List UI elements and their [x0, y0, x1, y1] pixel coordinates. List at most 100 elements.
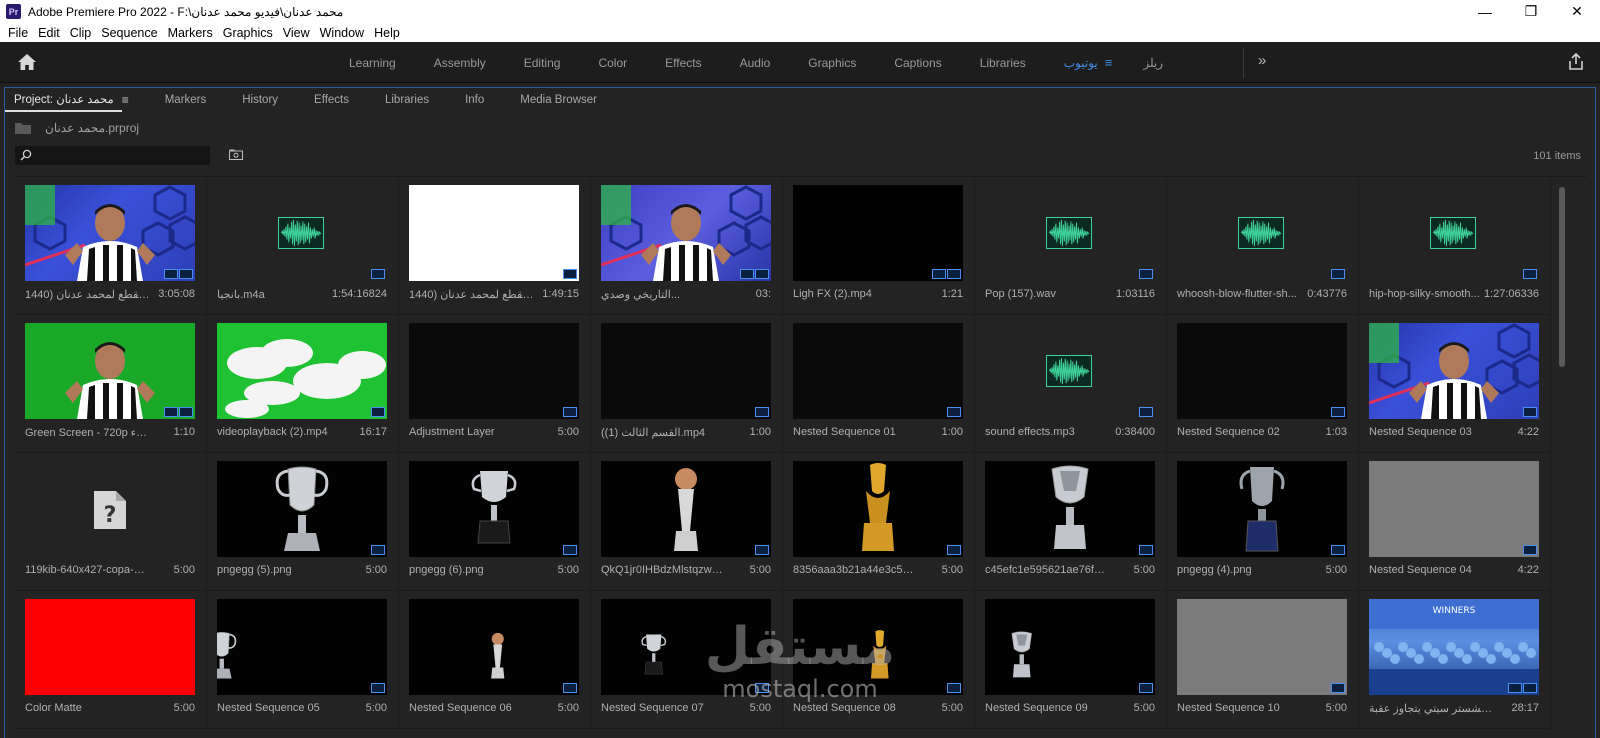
- media-thumbnail[interactable]: [793, 323, 963, 419]
- tab-libraries[interactable]: Libraries: [367, 94, 447, 106]
- media-thumbnail[interactable]: [217, 599, 387, 695]
- menu-help[interactable]: Help: [369, 26, 405, 40]
- media-thumbnail[interactable]: [1177, 599, 1347, 695]
- media-item[interactable]: WINNERS مانشستر سيتي يتجاوز عقبة... 28:17: [1359, 591, 1551, 729]
- workspace-assembly[interactable]: Assembly: [415, 56, 505, 70]
- workspace-graphics[interactable]: Graphics: [789, 56, 875, 70]
- media-thumbnail[interactable]: [25, 599, 195, 695]
- media-item[interactable]: Green Screen - 720p السماء 1:10: [15, 315, 207, 453]
- media-item[interactable]: hip-hop-silky-smooth... 1:27:06336: [1359, 177, 1551, 315]
- media-thumbnail[interactable]: [1177, 323, 1347, 419]
- media-thumbnail[interactable]: [793, 599, 963, 695]
- media-thumbnail[interactable]: [409, 599, 579, 695]
- media-thumbnail[interactable]: [409, 461, 579, 557]
- menu-view[interactable]: View: [278, 26, 315, 40]
- media-item[interactable]: مقطع لمحمد عدنان (1440p 3:05:08: [15, 177, 207, 315]
- media-thumbnail[interactable]: [1369, 461, 1539, 557]
- media-item[interactable]: Nested Sequence 03 4:22: [1359, 315, 1551, 453]
- media-item[interactable]: whoosh-blow-flutter-sh... 0:43776: [1167, 177, 1359, 315]
- tab-history[interactable]: History: [224, 94, 296, 106]
- media-item[interactable]: Adjustment Layer 5:00: [399, 315, 591, 453]
- media-thumbnail[interactable]: [409, 185, 579, 281]
- media-thumbnail[interactable]: [25, 185, 195, 281]
- media-thumbnail[interactable]: [985, 461, 1155, 557]
- tab-effects[interactable]: Effects: [296, 94, 367, 106]
- close-button[interactable]: ✕: [1554, 0, 1600, 23]
- media-item[interactable]: Pop (157).wav 1:03116: [975, 177, 1167, 315]
- menu-sequence[interactable]: Sequence: [96, 26, 162, 40]
- media-item[interactable]: ? 119kib-640x427-copa-amer... 5:00: [15, 453, 207, 591]
- new-search-bin-icon[interactable]: [229, 149, 243, 160]
- media-item[interactable]: Nested Sequence 01 1:00: [783, 315, 975, 453]
- workspace-libraries[interactable]: Libraries: [961, 56, 1045, 70]
- restore-button[interactable]: ❐: [1508, 0, 1554, 23]
- media-thumbnail[interactable]: [1369, 185, 1539, 281]
- media-thumbnail[interactable]: [985, 185, 1155, 281]
- media-item[interactable]: QkQ1jr0IHBdzMlstqzwM0... 5:00: [591, 453, 783, 591]
- media-thumbnail[interactable]: [601, 185, 771, 281]
- media-item[interactable]: Nested Sequence 05 5:00: [207, 591, 399, 729]
- panel-menu-icon[interactable]: ≡: [122, 93, 129, 107]
- workspace-reels[interactable]: ريلز: [1124, 56, 1182, 70]
- media-thumbnail[interactable]: ?: [25, 461, 195, 557]
- grid-scrollbar[interactable]: [1557, 177, 1567, 457]
- media-thumbnail[interactable]: [217, 461, 387, 557]
- tab-markers[interactable]: Markers: [147, 94, 225, 106]
- workspace-audio[interactable]: Audio: [721, 56, 790, 70]
- media-item[interactable]: pngegg (5).png 5:00: [207, 453, 399, 591]
- menu-window[interactable]: Window: [315, 26, 369, 40]
- search-box[interactable]: [15, 146, 210, 165]
- media-thumbnail[interactable]: [217, 185, 387, 281]
- workspace-effects[interactable]: Effects: [646, 56, 720, 70]
- media-item[interactable]: Ligh FX (2).mp4 1:21: [783, 177, 975, 315]
- media-thumbnail[interactable]: [985, 323, 1155, 419]
- media-item[interactable]: Nested Sequence 06 5:00: [399, 591, 591, 729]
- search-input[interactable]: [35, 146, 205, 165]
- home-icon[interactable]: [17, 53, 37, 71]
- media-item[interactable]: pngegg (4).png 5:00: [1167, 453, 1359, 591]
- tab-info[interactable]: Info: [447, 94, 502, 106]
- workspace-color[interactable]: Color: [579, 56, 646, 70]
- media-thumbnail[interactable]: [793, 461, 963, 557]
- workspace-editing[interactable]: Editing: [505, 56, 580, 70]
- media-thumbnail[interactable]: [601, 323, 771, 419]
- menu-graphics[interactable]: Graphics: [218, 26, 278, 40]
- more-workspaces-icon[interactable]: »: [1258, 52, 1266, 69]
- menu-file[interactable]: File: [3, 26, 33, 40]
- media-thumbnail[interactable]: [793, 185, 963, 281]
- media-item[interactable]: Nested Sequence 10 5:00: [1167, 591, 1359, 729]
- media-thumbnail[interactable]: [409, 323, 579, 419]
- media-item[interactable]: Color Matte 5:00: [15, 591, 207, 729]
- media-item[interactable]: (القسم الثالث (1).mp4 1:00: [591, 315, 783, 453]
- media-thumbnail[interactable]: [1369, 323, 1539, 419]
- scrollbar-thumb[interactable]: [1559, 187, 1565, 367]
- media-thumbnail[interactable]: [25, 323, 195, 419]
- workspace-captions[interactable]: Captions: [875, 56, 960, 70]
- workspace-menu-icon[interactable]: ≡: [1105, 55, 1113, 70]
- media-thumbnail[interactable]: [601, 599, 771, 695]
- media-item[interactable]: videoplayback (2).mp4 16:17: [207, 315, 399, 453]
- tab-media-browser[interactable]: Media Browser: [502, 94, 615, 106]
- media-thumbnail[interactable]: [217, 323, 387, 419]
- media-item[interactable]: مقطع لمحمد عدنان (1440p ... 1:49:15: [399, 177, 591, 315]
- media-item[interactable]: التاريخي وصدي... 03:: [591, 177, 783, 315]
- media-thumbnail[interactable]: WINNERS: [1369, 599, 1539, 695]
- media-thumbnail[interactable]: [1177, 185, 1347, 281]
- media-item[interactable]: Nested Sequence 07 5:00: [591, 591, 783, 729]
- media-item[interactable]: 8356aaa3b21a44e3c5323c0... 5:00: [783, 453, 975, 591]
- minimize-button[interactable]: —: [1462, 0, 1508, 23]
- media-item[interactable]: Nested Sequence 04 4:22: [1359, 453, 1551, 591]
- menu-markers[interactable]: Markers: [163, 26, 218, 40]
- media-thumbnail[interactable]: [985, 599, 1155, 695]
- media-thumbnail[interactable]: [601, 461, 771, 557]
- tab-project[interactable]: Project: محمد عدنان: [5, 88, 122, 112]
- media-item[interactable]: Nested Sequence 02 1:03: [1167, 315, 1359, 453]
- media-item[interactable]: بانجيا.m4a 1:54:16824: [207, 177, 399, 315]
- menu-edit[interactable]: Edit: [33, 26, 65, 40]
- media-item[interactable]: Nested Sequence 09 5:00: [975, 591, 1167, 729]
- menu-clip[interactable]: Clip: [65, 26, 97, 40]
- media-item[interactable]: sound effects.mp3 0:38400: [975, 315, 1167, 453]
- media-thumbnail[interactable]: [1177, 461, 1347, 557]
- media-item[interactable]: pngegg (6).png 5:00: [399, 453, 591, 591]
- share-icon[interactable]: [1567, 53, 1585, 71]
